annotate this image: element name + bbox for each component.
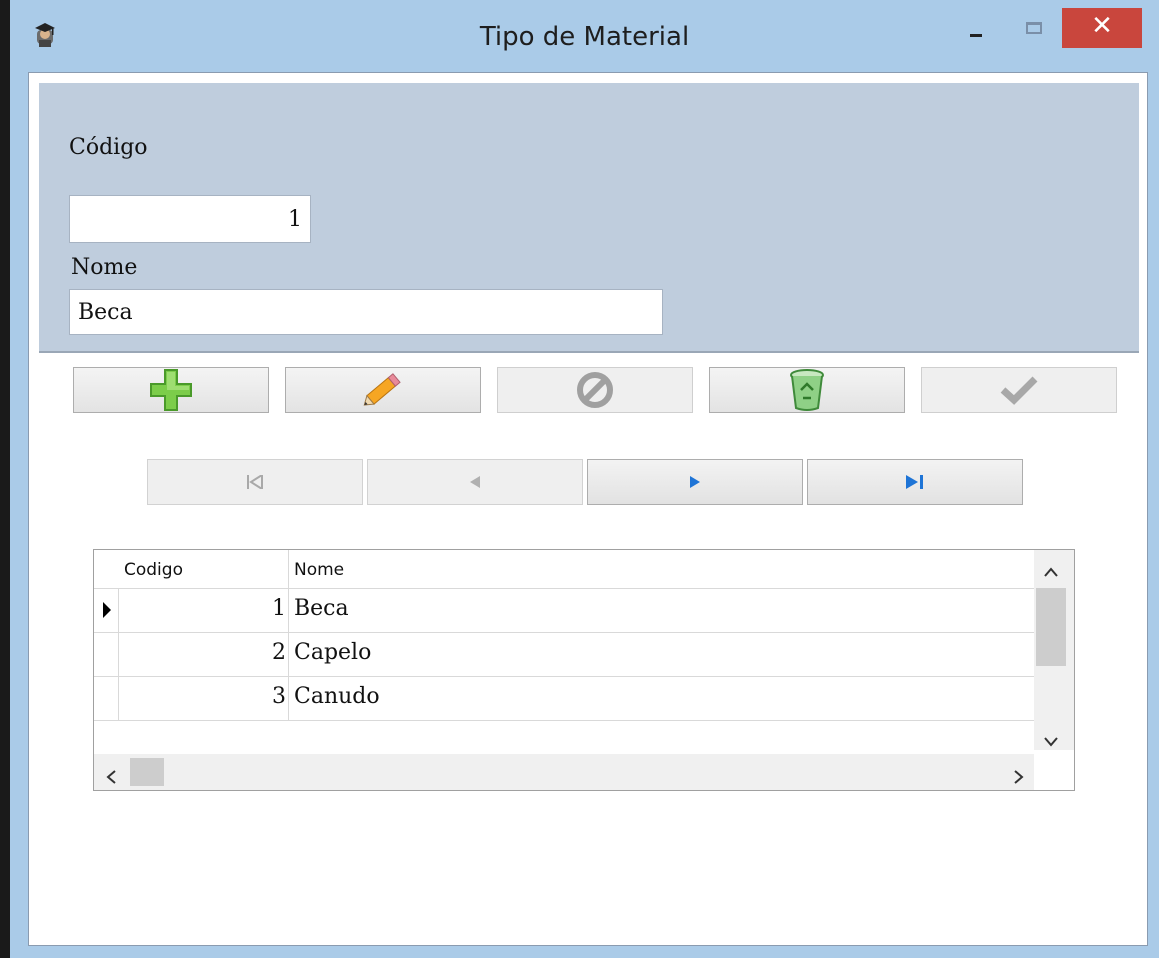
close-icon: ✕ <box>1091 11 1113 41</box>
scroll-up-icon[interactable] <box>1044 558 1058 582</box>
cancel-button[interactable] <box>497 367 693 413</box>
close-button[interactable]: ✕ <box>1062 8 1142 48</box>
edit-button[interactable] <box>285 367 481 413</box>
row-indicator[interactable] <box>94 632 119 676</box>
prior-record-icon <box>470 476 480 488</box>
row-indicator[interactable] <box>94 676 119 720</box>
client-area: Código Nome <box>28 72 1148 946</box>
pencil-icon <box>363 373 401 406</box>
scroll-left-icon[interactable] <box>106 765 116 789</box>
grid-header: Codigo Nome <box>94 550 1034 589</box>
maximize-button[interactable] <box>1010 8 1060 48</box>
table-row[interactable]: 2 Capelo <box>94 632 1034 677</box>
cell-codigo[interactable]: 2 <box>120 640 286 665</box>
cell-codigo[interactable]: 3 <box>120 684 286 709</box>
delete-button[interactable] <box>709 367 905 413</box>
screen-edge <box>0 0 10 958</box>
minimize-icon <box>970 34 982 37</box>
cell-nome[interactable]: Capelo <box>294 640 371 665</box>
table-row[interactable]: 1 Beca <box>94 588 1034 633</box>
plus-icon <box>150 369 192 411</box>
cell-nome[interactable]: Canudo <box>294 684 380 709</box>
next-record-icon <box>690 476 700 488</box>
title-bar[interactable]: Tipo de Material ✕ <box>10 0 1159 72</box>
confirm-button[interactable] <box>921 367 1117 413</box>
checkmark-icon <box>1000 376 1038 405</box>
form-panel: Código Nome <box>39 83 1139 353</box>
vertical-scrollbar[interactable] <box>1034 550 1074 750</box>
last-record-button[interactable] <box>807 459 1023 505</box>
first-record-icon <box>247 475 263 489</box>
codigo-label: Código <box>69 135 148 160</box>
cell-codigo[interactable]: 1 <box>120 596 286 621</box>
codigo-field[interactable] <box>69 195 311 243</box>
column-header-nome[interactable]: Nome <box>294 560 344 580</box>
nome-label: Nome <box>71 255 138 280</box>
column-header-codigo[interactable]: Codigo <box>124 560 183 580</box>
current-row-arrow-icon <box>103 602 111 618</box>
app-window: Tipo de Material ✕ Código Nome <box>10 0 1159 958</box>
table-row[interactable]: 3 Canudo <box>94 676 1034 721</box>
next-record-button[interactable] <box>587 459 803 505</box>
data-grid[interactable]: Codigo Nome 1 Beca 2 Capelo 3 Canudo <box>93 549 1075 791</box>
recycle-bin-icon <box>790 369 824 411</box>
vertical-scroll-thumb[interactable] <box>1036 588 1066 666</box>
cell-nome[interactable]: Beca <box>294 596 349 621</box>
minimize-button[interactable] <box>950 8 1000 48</box>
cancel-icon <box>577 372 613 408</box>
last-record-icon <box>906 475 923 489</box>
nome-field[interactable] <box>69 289 663 335</box>
scroll-right-icon[interactable] <box>1014 765 1024 789</box>
prior-record-button[interactable] <box>367 459 583 505</box>
row-indicator[interactable] <box>94 588 119 632</box>
add-button[interactable] <box>73 367 269 413</box>
horizontal-scrollbar[interactable] <box>94 754 1034 790</box>
horizontal-scroll-thumb[interactable] <box>130 758 164 786</box>
maximize-icon <box>1026 22 1042 34</box>
first-record-button[interactable] <box>147 459 363 505</box>
scroll-down-icon[interactable] <box>1044 728 1058 752</box>
